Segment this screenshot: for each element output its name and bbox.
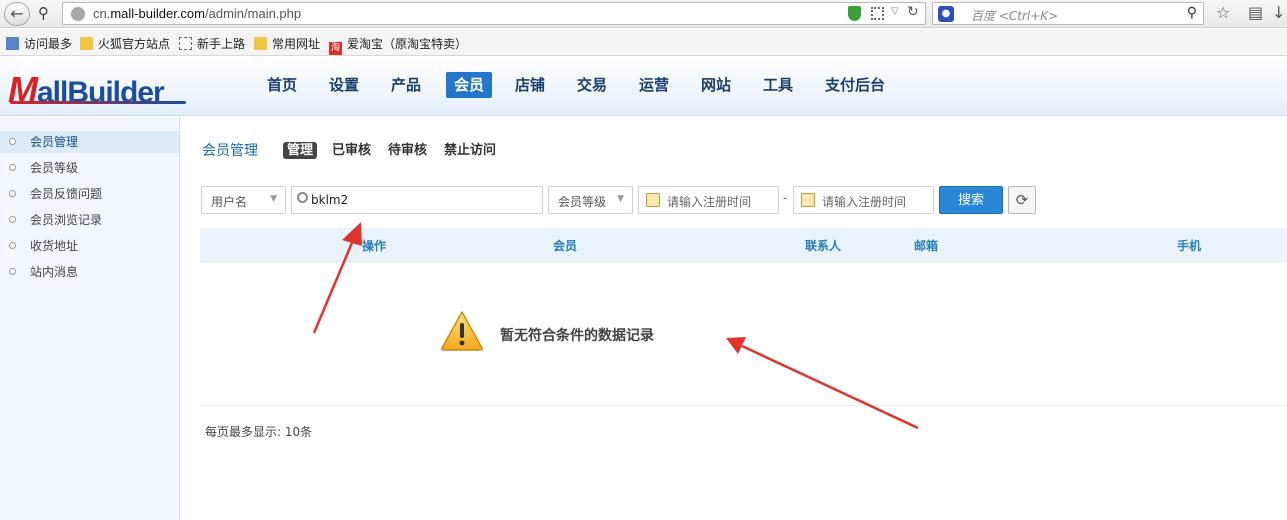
page-title: 会员管理	[202, 143, 258, 159]
folder-icon	[254, 37, 267, 50]
nav-tools[interactable]: 工具	[755, 72, 801, 98]
sidebar-item-member-management[interactable]: 会员管理	[0, 131, 179, 153]
col-contact: 联系人	[805, 239, 842, 253]
field-select[interactable]: 用户名 ▼	[201, 186, 286, 214]
date-end-input[interactable]: 请输入注册时间	[793, 186, 934, 214]
page-icon	[179, 37, 192, 50]
baidu-paw-icon[interactable]: ●	[938, 6, 954, 22]
sidebar-item-browse-history[interactable]: 会员浏览记录	[0, 209, 179, 231]
key-icon[interactable]: ⚲	[38, 4, 49, 22]
search-placeholder: 百度 <Ctrl+K>	[971, 9, 1059, 23]
chevron-down-icon: ▼	[617, 194, 624, 204]
divider	[200, 405, 1287, 406]
bookmark-getting-started[interactable]: 新手上路	[179, 35, 245, 52]
bullet-icon	[9, 242, 16, 249]
bookmark-ai-taobao[interactable]: 淘爱淘宝（原淘宝特卖）	[329, 35, 467, 55]
reading-list-icon[interactable]: ▤	[1248, 3, 1263, 22]
tab-pending[interactable]: 待审核	[384, 142, 431, 159]
col-phone: 手机	[1177, 239, 1202, 253]
sidebar: 会员管理 会员等级 会员反馈问题 会员浏览记录 收货地址 站内消息	[0, 117, 180, 520]
reset-button[interactable]: ⟳	[1008, 186, 1036, 214]
shield-icon[interactable]	[848, 6, 861, 21]
refresh-icon: ⟳	[1015, 191, 1029, 209]
bookmark-common-sites[interactable]: 常用网址	[254, 35, 320, 52]
folder-icon	[80, 37, 93, 50]
sidebar-item-shipping-address[interactable]: 收货地址	[0, 235, 179, 257]
bullet-icon	[9, 138, 16, 145]
download-icon[interactable]: ↓	[1272, 3, 1285, 22]
browser-toolbar: ← ⚲ cn.mall-builder.com/admin/main.php ▽…	[0, 0, 1287, 28]
reload-icon[interactable]: ↻	[907, 4, 919, 20]
table-header: 操作 会员 联系人 邮箱 手机	[200, 228, 1287, 262]
chevron-down-icon: ▼	[270, 194, 277, 204]
address-bar[interactable]: cn.mall-builder.com/admin/main.php ▽ ↻	[62, 2, 926, 25]
keyword-input[interactable]: bklm2	[291, 186, 543, 214]
search-engine-field[interactable]: ● 百度 <Ctrl+K> ⚲	[932, 2, 1204, 25]
logo-swoosh	[10, 101, 186, 104]
star-icon[interactable]: ☆	[1216, 3, 1230, 22]
bullet-icon	[9, 190, 16, 197]
sidebar-item-site-messages[interactable]: 站内消息	[0, 261, 179, 283]
member-level-select[interactable]: 会员等级 ▼	[548, 186, 633, 214]
col-email: 邮箱	[914, 239, 939, 253]
nav-settings[interactable]: 设置	[321, 72, 367, 98]
search-icon	[297, 192, 308, 203]
calendar-icon	[801, 193, 815, 207]
date-start-input[interactable]: 请输入注册时间	[638, 186, 779, 214]
url-text: cn.mall-builder.com/admin/main.php	[93, 6, 302, 21]
bookmark-most-visited[interactable]: 访问最多	[6, 35, 72, 52]
nav-trade[interactable]: 交易	[569, 72, 615, 98]
nav-operations[interactable]: 运营	[631, 72, 677, 98]
chevron-down-icon[interactable]: ▽	[891, 6, 899, 17]
search-icon[interactable]: ⚲	[1187, 5, 1197, 21]
col-member: 会员	[553, 239, 578, 253]
empty-message: 暂无符合条件的数据记录	[500, 328, 654, 344]
bullet-icon	[9, 268, 16, 275]
globe-icon	[71, 7, 85, 21]
bullet-icon	[9, 164, 16, 171]
sidebar-item-member-levels[interactable]: 会员等级	[0, 157, 179, 179]
search-button[interactable]: 搜索	[939, 186, 1003, 214]
tab-approved[interactable]: 已审核	[328, 142, 375, 159]
nav-payment-backend[interactable]: 支付后台	[817, 72, 893, 98]
nav-products[interactable]: 产品	[383, 72, 429, 98]
nav-home[interactable]: 首页	[259, 72, 305, 98]
nav-members[interactable]: 会员	[446, 72, 493, 98]
back-arrow-icon[interactable]: ←	[4, 2, 30, 26]
nav-website[interactable]: 网站	[693, 72, 739, 98]
col-actions: 操作	[362, 239, 387, 253]
sidebar-item-member-feedback[interactable]: 会员反馈问题	[0, 183, 179, 205]
taobao-icon: 淘	[329, 42, 342, 55]
calendar-icon	[646, 193, 660, 207]
mallbuilder-logo[interactable]: MallBuilder	[8, 69, 165, 111]
tab-manage[interactable]: 管理	[283, 142, 318, 159]
date-separator: -	[783, 191, 788, 205]
nav-shops[interactable]: 店铺	[507, 72, 553, 98]
qr-code-icon[interactable]	[871, 7, 884, 20]
tab-banned[interactable]: 禁止访问	[440, 142, 500, 159]
bookmarks-bar: 访问最多 火狐官方站点 新手上路 常用网址 淘爱淘宝（原淘宝特卖）	[0, 29, 1287, 56]
bookmark-firefox-site[interactable]: 火狐官方站点	[80, 35, 170, 52]
bookmark-icon	[6, 37, 19, 50]
warning-icon	[440, 310, 484, 352]
bullet-icon	[9, 216, 16, 223]
page-size-info: 每页最多显示: 10条	[205, 425, 313, 439]
arrow-to-message	[741, 344, 919, 430]
